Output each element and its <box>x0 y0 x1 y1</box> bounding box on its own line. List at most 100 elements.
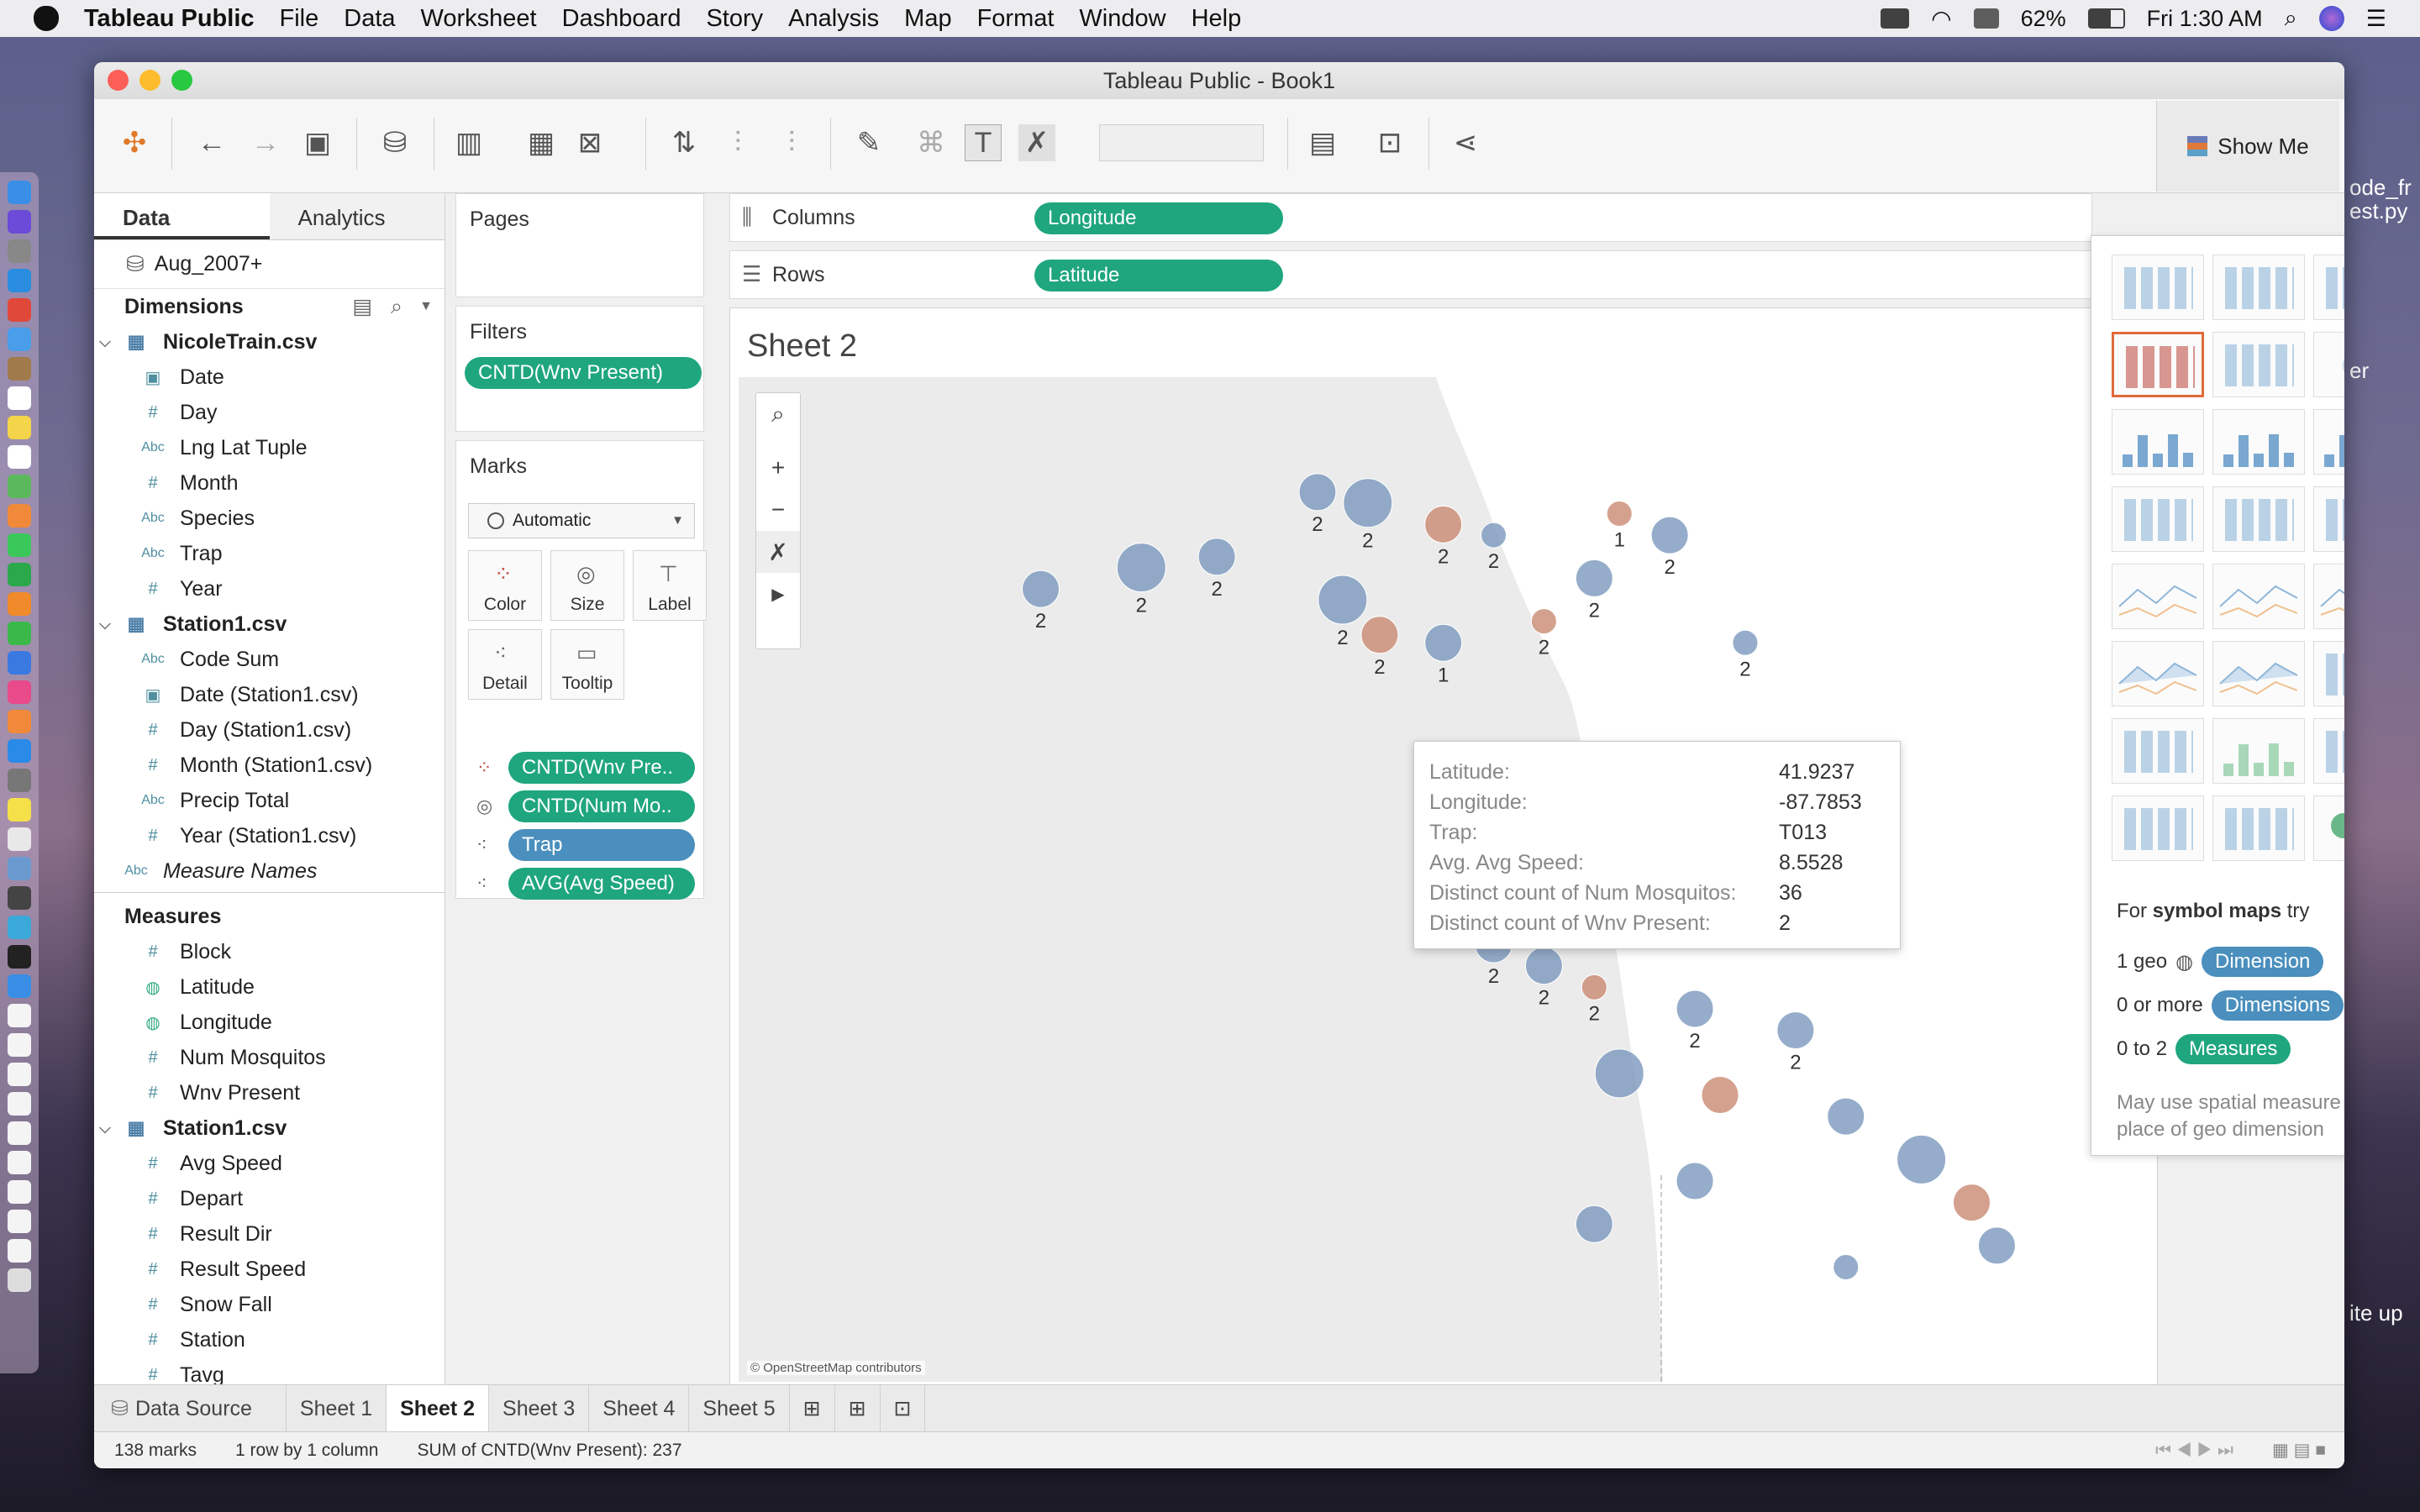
document-icon[interactable] <box>8 1092 31 1116</box>
notes-icon[interactable] <box>8 416 31 439</box>
menu-format[interactable]: Format <box>977 5 1055 33</box>
chart-option-filled-map-icon[interactable] <box>2212 332 2305 397</box>
chart-option-horizontal-bars-icon[interactable] <box>2112 409 2204 475</box>
menu-file[interactable]: File <box>280 5 319 33</box>
preview-icon[interactable] <box>8 857 31 880</box>
group-members-icon[interactable]: ⌘ <box>913 124 950 161</box>
new-worksheet-icon[interactable]: ▥ <box>450 124 487 161</box>
detail-button[interactable]: ⁖ Detail <box>468 629 542 700</box>
notification-center-icon[interactable]: ☰ <box>2366 6 2386 32</box>
rows-shelf[interactable]: ☰ Rows Latitude <box>729 250 2092 299</box>
size-button[interactable]: ◎ Size <box>550 550 624 621</box>
contacts-icon[interactable] <box>8 357 31 381</box>
map-search-icon[interactable]: ⌕ <box>756 393 800 435</box>
show-me-button[interactable]: Show Me <box>2156 101 2339 192</box>
field-item[interactable]: # Avg Speed <box>94 1146 445 1181</box>
show-cards-icon[interactable]: ▤ <box>1304 124 1341 161</box>
size-pill[interactable]: CNTD(Num Mo.. <box>508 790 695 822</box>
terminal-icon[interactable] <box>8 945 31 969</box>
mail-icon[interactable] <box>8 328 31 351</box>
chart-option-treemap-icon[interactable] <box>2112 486 2204 552</box>
columns-pill[interactable]: Longitude <box>1034 202 1283 234</box>
menu-map[interactable]: Map <box>904 5 951 33</box>
clock[interactable]: Fri 1:30 AM <box>2147 6 2263 32</box>
map-mark-circle[interactable] <box>1022 570 1060 608</box>
map-mark-circle[interactable] <box>1197 538 1236 576</box>
chart-option-area-continuous-icon[interactable] <box>2112 641 2204 706</box>
airplay-icon[interactable] <box>1973 8 1999 29</box>
launchpad-icon[interactable] <box>8 239 31 263</box>
map-mark-circle[interactable] <box>1952 1184 1991 1222</box>
chart-option-box-and-whisker-icon[interactable] <box>2313 718 2344 784</box>
evernote-icon[interactable] <box>1881 8 1910 29</box>
sheet-navigation-icon[interactable]: ⏮ ◀ ▶ ⏭ <box>2155 1441 2233 1461</box>
new-story-tab-icon[interactable]: ⊡ <box>881 1384 926 1432</box>
document-icon[interactable] <box>8 1033 31 1057</box>
field-item[interactable]: # Num Mosquitos <box>94 1040 445 1075</box>
field-item[interactable]: Abc Code Sum <box>94 642 445 677</box>
sheet-view-icons[interactable]: ▦ ▤ ■ <box>2272 1440 2326 1461</box>
pin-axes-icon[interactable]: ✗ <box>1018 124 1055 161</box>
sheet-title[interactable]: Sheet 2 <box>747 328 857 365</box>
sheet-tab-active[interactable]: Sheet 2 <box>387 1384 490 1432</box>
map-mark-circle[interactable] <box>1833 1254 1860 1281</box>
detail-pill[interactable]: Trap <box>508 829 695 861</box>
document-icon[interactable] <box>8 1180 31 1204</box>
minimize-window-button[interactable] <box>139 70 160 91</box>
field-item[interactable]: # Depart <box>94 1181 445 1216</box>
menu-help[interactable]: Help <box>1192 5 1242 33</box>
map-mark-circle[interactable] <box>1530 608 1557 635</box>
map-mark-circle[interactable] <box>1676 1162 1714 1200</box>
messages-icon[interactable] <box>8 533 31 557</box>
table-folder[interactable]: ⌵ ▦ NicoleTrain.csv <box>94 324 445 360</box>
reminders-icon[interactable] <box>8 445 31 469</box>
field-item[interactable]: # Year <box>94 571 445 606</box>
trash-icon[interactable] <box>8 1268 31 1292</box>
calendar-icon[interactable] <box>8 386 31 410</box>
chart-option-dual-lines-icon[interactable] <box>2313 564 2344 629</box>
sort-descending-icon[interactable]: ⫶ <box>773 124 810 161</box>
map-mark-circle[interactable] <box>1676 990 1714 1028</box>
table-folder[interactable]: ⌵ ▦ Station1.csv <box>94 606 445 642</box>
keynote-icon[interactable] <box>8 651 31 675</box>
chart-option-gantt-chart-icon[interactable] <box>2112 795 2204 861</box>
document-icon[interactable] <box>8 1151 31 1174</box>
document-icon[interactable] <box>8 1121 31 1145</box>
dock-app-icon[interactable] <box>8 974 31 998</box>
filters-shelf[interactable]: Filters CNTD(Wnv Present) <box>455 306 704 432</box>
sort-ascending-icon[interactable]: ⫶ <box>719 124 756 161</box>
document-icon[interactable] <box>8 1210 31 1233</box>
chart-option-stacked-bars-icon[interactable] <box>2212 409 2305 475</box>
filter-pill[interactable]: CNTD(Wnv Present) <box>465 357 702 389</box>
map-mark-circle[interactable] <box>1575 559 1613 597</box>
map-mark-circle[interactable] <box>1897 1134 1947 1184</box>
tab-analytics[interactable]: Analytics <box>269 193 445 239</box>
swap-rows-columns-icon[interactable]: ⇅ <box>666 124 702 161</box>
map-mark-circle[interactable] <box>1776 1011 1815 1050</box>
map-mark-circle[interactable] <box>1575 1205 1613 1243</box>
chart-option-packed-bubbles-icon[interactable] <box>2313 795 2344 861</box>
field-item[interactable]: ◍ Latitude <box>94 969 445 1005</box>
books-icon[interactable] <box>8 710 31 733</box>
duplicate-sheet-icon[interactable]: ▦ <box>523 124 560 161</box>
columns-shelf[interactable]: ⫼ Columns Longitude <box>729 193 2092 242</box>
siri-dock-icon[interactable] <box>8 210 31 234</box>
color-pill[interactable]: CNTD(Wnv Pre.. <box>508 752 695 784</box>
clear-sheet-icon[interactable]: ⊠ <box>571 124 608 161</box>
sheet-tab[interactable]: Sheet 5 <box>689 1384 790 1432</box>
search-fields-icon[interactable]: ⌕ <box>391 295 402 319</box>
map-mark-circle[interactable] <box>1116 543 1166 593</box>
map-mark-circle[interactable] <box>1650 516 1689 554</box>
dock-app-icon[interactable] <box>8 916 31 939</box>
show-mark-labels-icon[interactable]: T <box>965 124 1002 161</box>
menu-dashboard[interactable]: Dashboard <box>562 5 681 33</box>
menu-window[interactable]: Window <box>1079 5 1165 33</box>
field-item[interactable]: # Day <box>94 395 445 430</box>
datasource-item[interactable]: ⛁ Aug_2007+ <box>94 240 445 289</box>
document-icon[interactable] <box>8 1239 31 1263</box>
zoom-out-button[interactable]: − <box>756 489 800 531</box>
mark-type-dropdown[interactable]: Automatic ▼ <box>468 503 695 538</box>
map-mark-circle[interactable] <box>1424 505 1463 543</box>
undo-icon[interactable]: ← <box>193 124 230 161</box>
chart-option-line-continuous-icon[interactable] <box>2112 564 2204 629</box>
